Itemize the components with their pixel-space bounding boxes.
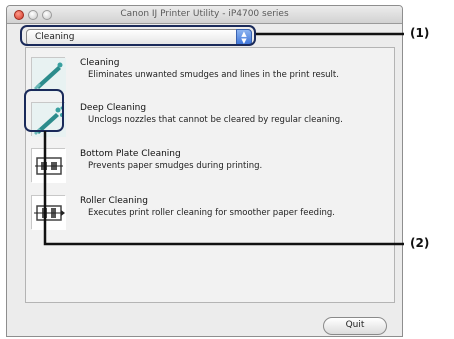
list-item-roller-cleaning: Roller Cleaning Executes print roller cl… (26, 195, 356, 239)
item-description: Executes print roller cleaning for smoot… (88, 208, 335, 218)
window-title: Canon IJ Printer Utility - iP4700 series (120, 9, 289, 19)
list-item-deep-cleaning: Deep Cleaning Unclogs nozzles that canno… (26, 102, 356, 146)
item-description: Eliminates unwanted smudges and lines in… (88, 70, 339, 80)
cleaning-panel: Cleaning Eliminates unwanted smudges and… (25, 47, 395, 303)
callout-label-1: (1) (410, 26, 430, 40)
list-item-bottom-plate-cleaning: Bottom Plate Cleaning Prevents paper smu… (26, 148, 356, 192)
roller-cleaning-icon[interactable] (31, 195, 66, 230)
item-description: Prevents paper smudges during printing. (88, 161, 263, 171)
item-title: Deep Cleaning (80, 103, 147, 113)
callout-highlight-deep-cleaning-icon (24, 89, 64, 132)
title-bar: Canon IJ Printer Utility - iP4700 series (7, 6, 402, 24)
list-item-cleaning: Cleaning Eliminates unwanted smudges and… (26, 57, 356, 101)
item-title: Bottom Plate Cleaning (80, 149, 181, 159)
callout-label-2: (2) (410, 236, 430, 250)
quit-button[interactable]: Quit (323, 317, 387, 335)
callout-highlight-popup (20, 25, 256, 46)
item-title: Cleaning (80, 58, 120, 68)
item-description: Unclogs nozzles that cannot be cleared b… (88, 115, 343, 125)
bottom-plate-cleaning-icon[interactable] (31, 148, 66, 183)
item-title: Roller Cleaning (80, 196, 148, 206)
cleaning-icon[interactable] (31, 57, 66, 92)
printer-utility-window: Canon IJ Printer Utility - iP4700 series… (6, 5, 403, 337)
